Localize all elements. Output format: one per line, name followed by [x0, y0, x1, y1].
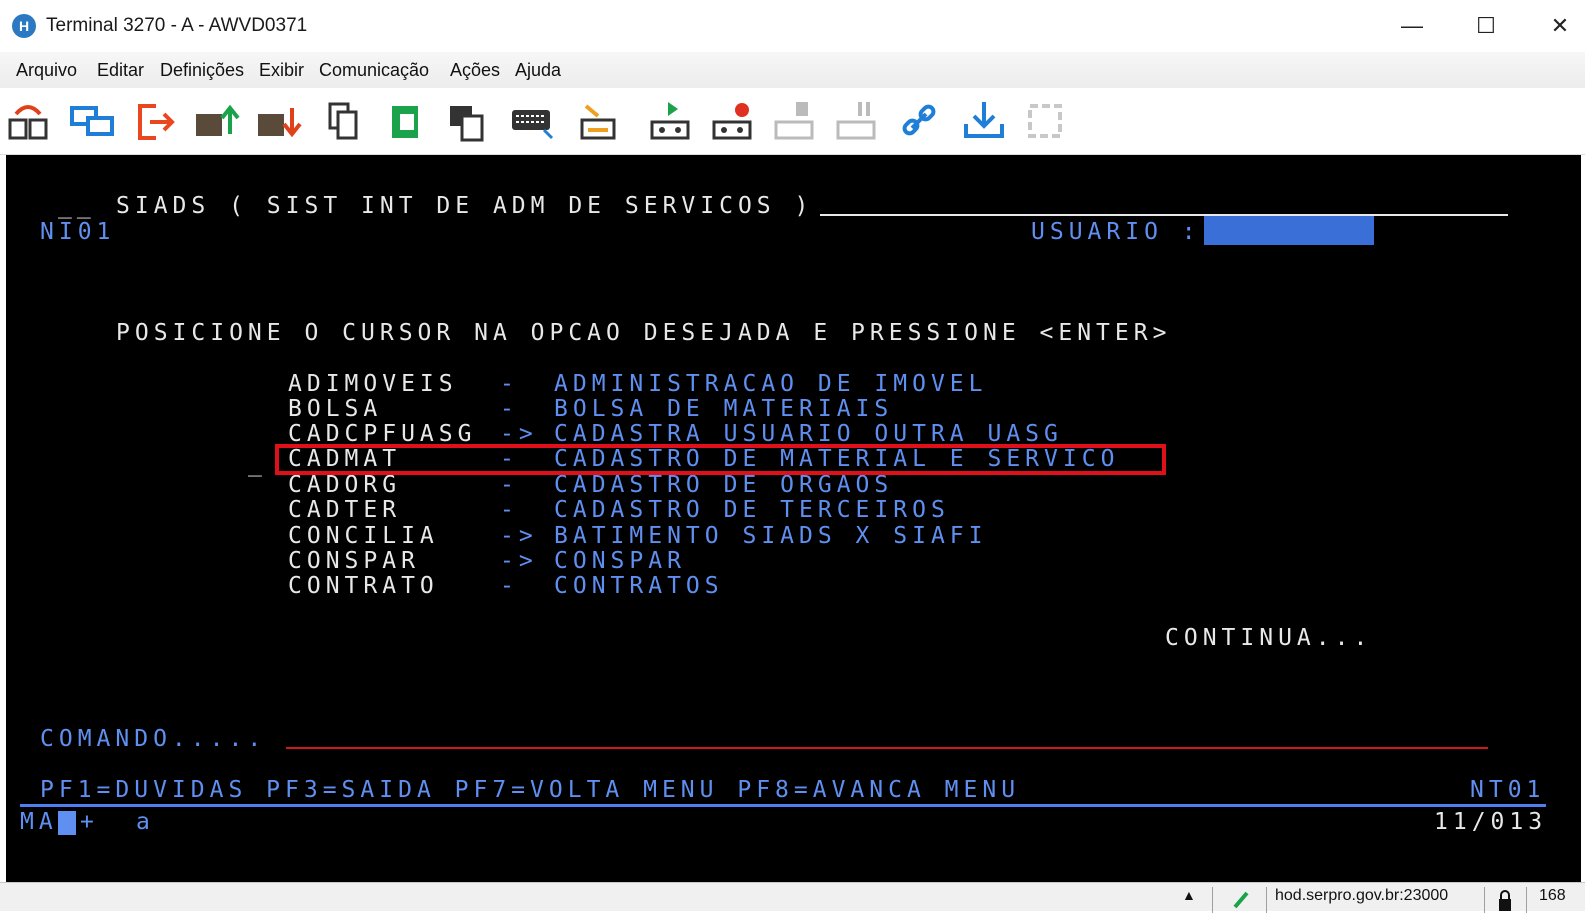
- option-separator: -: [500, 472, 519, 498]
- menu-comunicacao[interactable]: Comunicação: [319, 60, 429, 81]
- option-code: CADORG: [288, 472, 402, 498]
- user-label: USUARIO :: [1031, 219, 1201, 245]
- send-file-icon[interactable]: [192, 98, 240, 144]
- continua-text: CONTINUA...: [1165, 625, 1373, 651]
- option-description: CADASTRO DE TERCEIROS: [554, 497, 950, 523]
- option-code: CONTRATO: [288, 573, 439, 599]
- menu-editar[interactable]: Editar: [97, 60, 144, 81]
- keypad-icon[interactable]: [508, 98, 556, 144]
- command-label: COMANDO.....: [40, 726, 267, 752]
- receive-file-icon[interactable]: [254, 98, 302, 144]
- menu-acoes[interactable]: Ações: [450, 60, 500, 81]
- menu-arquivo[interactable]: Arquivo: [16, 60, 77, 81]
- close-button[interactable]: ✕: [1540, 8, 1580, 44]
- stop-macro-icon[interactable]: [770, 98, 818, 144]
- terminal-id: NT01: [1470, 777, 1546, 803]
- title-bar: H Terminal 3270 - A - AWVD0371 — ☐ ✕: [0, 0, 1585, 52]
- title-underline: [820, 214, 1508, 216]
- window-title: Terminal 3270 - A - AWVD0371: [46, 15, 308, 36]
- scroll-up-icon[interactable]: ▲: [1182, 887, 1196, 903]
- menu-ajuda[interactable]: Ajuda: [515, 60, 561, 81]
- option-separator: ->: [500, 548, 538, 574]
- system-title: SIADS ( SIST INT DE ADM DE SERVICOS ): [116, 193, 814, 219]
- oia-input-mode: a: [136, 809, 155, 835]
- option-separator: ->: [500, 523, 538, 549]
- instruction-text: POSICIONE O CURSOR NA OPCAO DESEJADA E P…: [116, 320, 1172, 346]
- oia-separator: [20, 804, 1546, 807]
- minimize-button[interactable]: —: [1392, 8, 1432, 44]
- download-icon[interactable]: [960, 98, 1008, 144]
- cursor-position: 11/013: [1434, 809, 1548, 835]
- command-underline: [286, 747, 1488, 749]
- selected-option-highlight: [275, 444, 1166, 475]
- copy-icon[interactable]: [320, 98, 368, 144]
- play-macro-icon[interactable]: [646, 98, 694, 144]
- user-input[interactable]: [1204, 216, 1374, 245]
- status-bar: ▲ hod.serpro.gov.br:23000 168: [0, 882, 1585, 913]
- oia-plus: +: [80, 809, 99, 835]
- menu-definicoes[interactable]: Definições: [160, 60, 244, 81]
- option-code: CADTER: [288, 497, 402, 523]
- option-code: CONCILIA: [288, 523, 439, 549]
- oia-indicator: MA: [20, 809, 58, 835]
- option-description: CONSPAR: [554, 548, 686, 574]
- app-logo-icon: H: [12, 14, 36, 38]
- link-icon[interactable]: [898, 98, 946, 144]
- print-screen-icon[interactable]: [574, 98, 622, 144]
- screen-id: NI01: [40, 219, 116, 245]
- terminal-screen[interactable]: __ SIADS ( SIST INT DE ADM DE SERVICOS )…: [6, 155, 1581, 882]
- command-input[interactable]: [286, 721, 1488, 751]
- pf-keys-legend: PF1=DUVIDAS PF3=SAIDA PF7=VOLTA MENU PF8…: [40, 777, 1021, 803]
- option-separator: -: [500, 371, 519, 397]
- option-description: CADASTRO DE ORGAOS: [554, 472, 894, 498]
- session-info: 168: [1526, 887, 1585, 913]
- toolbar: [0, 88, 1585, 155]
- option-description: BOLSA DE MATERIAIS: [554, 396, 894, 422]
- menu-bar: Arquivo Editar Definições Exibir Comunic…: [0, 52, 1585, 89]
- switch-session-icon[interactable]: [68, 98, 116, 144]
- host-address: hod.serpro.gov.br:23000: [1266, 887, 1480, 913]
- exit-icon[interactable]: [130, 98, 178, 144]
- option-code: ADIMOVEIS: [288, 371, 458, 397]
- paste-next-icon[interactable]: [444, 98, 492, 144]
- option-separator: -: [500, 396, 519, 422]
- lock-icon: [1484, 887, 1525, 913]
- option-description: BATIMENTO SIADS X SIAFI: [554, 523, 988, 549]
- oia-cursor: [58, 811, 76, 835]
- cursor-marker: _: [248, 451, 267, 477]
- record-macro-icon[interactable]: [708, 98, 756, 144]
- menu-exibir[interactable]: Exibir: [259, 60, 304, 81]
- option-separator: -: [500, 573, 519, 599]
- maximize-button[interactable]: ☐: [1466, 8, 1506, 44]
- option-description: ADMINISTRACAO DE IMOVEL: [554, 371, 988, 397]
- header-prefix: __: [58, 193, 96, 219]
- pause-macro-icon[interactable]: [832, 98, 880, 144]
- option-code: CONSPAR: [288, 548, 420, 574]
- option-separator: -: [500, 497, 519, 523]
- connection-status-icon: [1212, 887, 1265, 913]
- paste-icon[interactable]: [382, 98, 430, 144]
- disconnect-icon[interactable]: [6, 98, 54, 144]
- refresh-icon[interactable]: [1022, 98, 1070, 144]
- option-description: CONTRATOS: [554, 573, 724, 599]
- option-code: BOLSA: [288, 396, 383, 422]
